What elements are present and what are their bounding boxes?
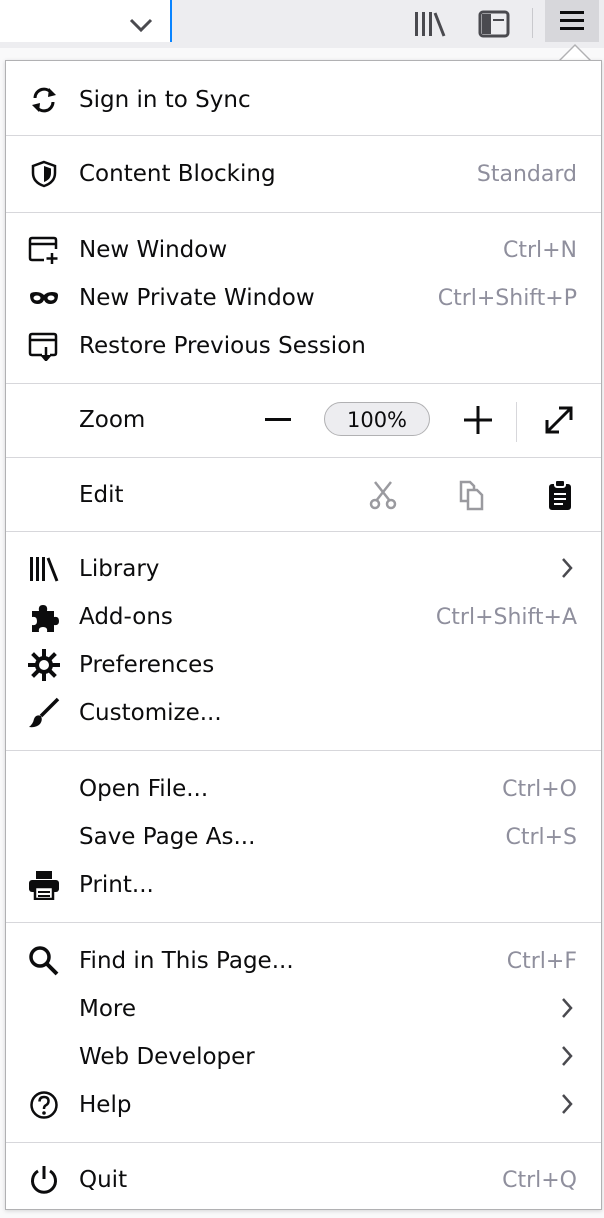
chevron-down-icon (129, 18, 153, 33)
private-mask-icon (28, 284, 60, 312)
more-item[interactable]: More (6, 985, 601, 1033)
chevron-right-icon (561, 1045, 573, 1067)
library-icon (415, 12, 446, 37)
plus-icon (464, 406, 492, 434)
find-label: Find in This Page... (79, 948, 294, 974)
panel-arrow (558, 44, 592, 62)
add-ons-item[interactable]: Add-ons Ctrl+Shift+A (6, 593, 601, 641)
content-blocking-item[interactable]: Content Blocking Standard (6, 150, 601, 198)
sync-label: Sign in to Sync (79, 87, 251, 113)
sync-icon (28, 86, 60, 114)
find-shortcut: Ctrl+F (506, 949, 577, 974)
new-private-window-label: New Private Window (79, 285, 315, 311)
chevron-right-icon (561, 997, 573, 1019)
fullscreen-button[interactable] (542, 403, 576, 437)
sidebar-icon (478, 10, 510, 38)
quit-shortcut: Ctrl+Q (502, 1168, 577, 1193)
more-label: More (79, 996, 137, 1022)
content-blocking-label: Content Blocking (79, 161, 276, 187)
printer-icon (28, 871, 60, 900)
app-menu-panel: Sign in to Sync Content Blocking Standar… (5, 60, 602, 1210)
paste-button[interactable] (543, 477, 577, 513)
add-ons-label: Add-ons (79, 604, 173, 630)
preferences-label: Preferences (79, 652, 215, 678)
sign-in-to-sync-item[interactable]: Sign in to Sync (6, 76, 601, 124)
new-private-window-shortcut: Ctrl+Shift+P (437, 286, 577, 311)
edit-label: Edit (79, 482, 124, 508)
content-blocking-status: Standard (476, 162, 577, 187)
library-item[interactable]: Library (6, 545, 601, 593)
help-icon (28, 1091, 60, 1119)
search-icon (28, 946, 60, 976)
add-ons-shortcut: Ctrl+Shift+A (435, 605, 577, 630)
minus-icon (265, 418, 291, 421)
save-page-shortcut: Ctrl+S (505, 825, 577, 850)
library-icon (28, 555, 60, 583)
url-bar[interactable] (0, 0, 172, 42)
power-icon (28, 1166, 60, 1194)
new-window-icon (28, 236, 60, 264)
web-developer-label: Web Developer (79, 1044, 255, 1070)
url-history-dropmarker[interactable] (126, 12, 156, 38)
sidebar-button[interactable] (472, 4, 516, 44)
zoom-label: Zoom (79, 407, 146, 433)
save-page-label: Save Page As... (79, 824, 256, 850)
library-label: Library (79, 556, 160, 582)
customize-item[interactable]: Customize... (6, 689, 601, 737)
save-page-as-item[interactable]: Save Page As... Ctrl+S (6, 813, 601, 861)
navigation-toolbar (0, 0, 604, 48)
print-item[interactable]: Print... (6, 861, 601, 909)
open-file-item[interactable]: Open File... Ctrl+O (6, 765, 601, 813)
zoom-in-button[interactable] (462, 404, 494, 436)
edit-controls: Edit (6, 471, 601, 519)
fullscreen-icon (545, 406, 573, 434)
help-label: Help (79, 1092, 132, 1118)
quit-item[interactable]: Quit Ctrl+Q (6, 1156, 601, 1204)
customize-label: Customize... (79, 700, 222, 726)
copy-button[interactable] (455, 478, 489, 512)
cut-icon (369, 481, 397, 510)
preferences-item[interactable]: Preferences (6, 641, 601, 689)
copy-icon (459, 480, 484, 511)
new-window-item[interactable]: New Window Ctrl+N (6, 226, 601, 274)
new-window-shortcut: Ctrl+N (502, 238, 577, 263)
print-label: Print... (79, 872, 154, 898)
web-developer-item[interactable]: Web Developer (6, 1033, 601, 1081)
library-button[interactable] (408, 4, 452, 44)
zoom-separator (516, 402, 517, 442)
open-menu-button[interactable] (545, 0, 599, 42)
hamburger-icon (560, 11, 584, 30)
open-file-label: Open File... (79, 776, 209, 802)
zoom-reset-button[interactable]: 100% (324, 402, 430, 436)
zoom-controls: Zoom 100% (6, 396, 601, 444)
cut-button[interactable] (366, 478, 400, 512)
gear-icon (28, 649, 60, 681)
toolbar-separator (532, 8, 533, 38)
puzzle-piece-icon (28, 603, 60, 632)
find-in-page-item[interactable]: Find in This Page... Ctrl+F (6, 937, 601, 985)
chevron-right-icon (561, 557, 573, 579)
open-file-shortcut: Ctrl+O (502, 777, 577, 802)
restore-previous-session-item[interactable]: Restore Previous Session (6, 322, 601, 370)
paste-icon (549, 479, 571, 510)
new-private-window-item[interactable]: New Private Window Ctrl+Shift+P (6, 274, 601, 322)
paintbrush-icon (28, 697, 60, 728)
restore-session-icon (28, 332, 60, 361)
new-window-label: New Window (79, 237, 228, 263)
restore-session-label: Restore Previous Session (79, 333, 366, 359)
chevron-right-icon (561, 1093, 573, 1115)
zoom-out-button[interactable] (262, 404, 294, 436)
help-item[interactable]: Help (6, 1081, 601, 1129)
quit-label: Quit (79, 1167, 128, 1193)
shield-icon (28, 160, 60, 188)
